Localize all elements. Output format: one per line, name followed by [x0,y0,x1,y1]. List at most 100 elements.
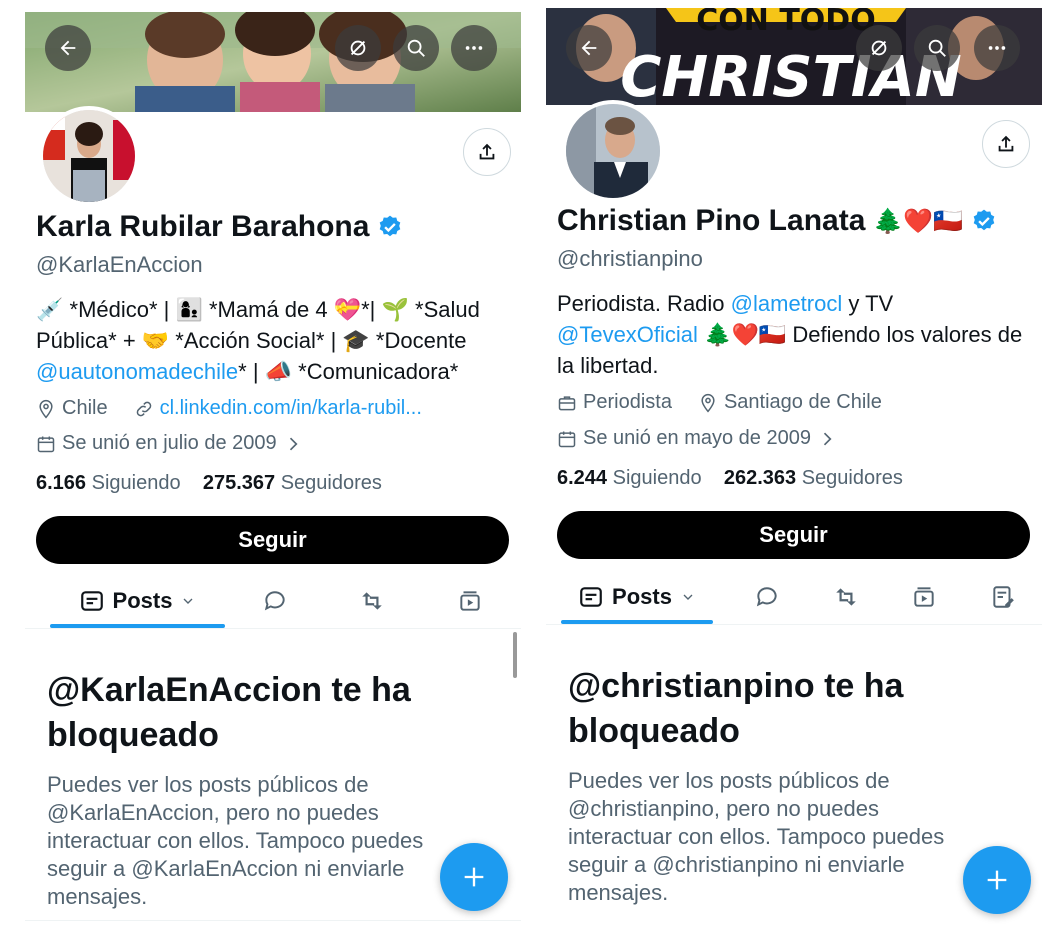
avatar[interactable] [39,106,139,206]
chevron-right-icon [289,437,298,450]
profile-panel-right: CON TODO CHRISTIAN Christian Pino Lanata… [546,0,1042,951]
profile-tabs: Posts [546,572,1042,624]
banner-text-main: CHRISTIAN [620,45,962,105]
followers-link[interactable]: 275.367 Seguidores [203,472,382,494]
repost-icon [362,592,382,610]
briefcase-icon [558,395,576,410]
search-button[interactable] [393,25,439,71]
bio-text: y TV [842,291,894,316]
verified-badge-icon [380,215,401,237]
posts-icon [80,591,103,611]
bio-mention-link[interactable]: @uautonomadechile [36,359,238,384]
followers-label: Seguidores [801,467,903,489]
following-link[interactable]: 6.244 Siguiendo [557,467,702,489]
joined-text: Se unió en mayo de 2009 [583,427,811,449]
profile-name-row: Karla Rubilar Barahona [36,210,403,244]
avatar[interactable] [562,100,664,202]
tab-replies[interactable] [250,576,300,626]
profile-bio: Periodista. Radio @lametrocl y TV @Tevex… [557,288,1037,381]
profile-panel-left: Karla Rubilar Barahona @KarlaEnAccion 💉 … [25,0,521,951]
profile-meta-row: Chile cl.linkedin.com/in/karla-rubil... [36,397,422,420]
articles-icon [993,586,1014,608]
followers-count: 262.363 [723,467,797,489]
chevron-right-icon [823,432,832,445]
tab-reposts[interactable] [347,576,397,626]
profile-name: Christian Pino Lanata [557,204,866,237]
profile-name: Karla Rubilar Barahona [36,210,370,243]
tab-replies[interactable] [742,572,792,622]
share-button[interactable] [463,128,511,176]
share-button[interactable] [982,120,1030,168]
chevron-down-icon [683,594,693,600]
more-button[interactable] [451,25,497,71]
tab-media[interactable] [445,576,495,626]
banner-text-top: CON TODO [696,8,875,38]
reply-icon [756,587,777,607]
back-arrow-icon [581,40,597,56]
tab-posts[interactable]: Posts [50,576,225,628]
follow-button[interactable]: Seguir [557,511,1030,559]
tab-posts[interactable]: Posts [561,572,713,624]
location-icon [39,399,53,418]
search-button[interactable] [914,25,960,71]
profile-bio: 💉 *Médico* | 👩‍👦 *Mamá de 4 💝*| 🌱 *Salud… [36,294,506,387]
posts-icon [580,587,602,607]
blocked-title: @christianpino te ha bloqueado [568,667,904,750]
bio-mention-link[interactable]: @lametrocl [731,291,843,316]
tab-reposts[interactable] [821,572,871,622]
joined-row[interactable]: Se unió en julio de 2009 [36,432,303,455]
media-icon [914,587,934,607]
back-button[interactable] [566,25,612,71]
chevron-down-icon [183,598,193,604]
back-button[interactable] [45,25,91,71]
share-icon [998,135,1014,152]
reply-icon [264,591,285,611]
profile-handle: @christianpino [557,246,703,271]
banner-image: CON TODO CHRISTIAN [546,8,1042,105]
hide-button[interactable] [335,25,381,71]
name-emojis: 🌲❤️🇨🇱 [873,207,964,235]
more-button[interactable] [974,25,1020,71]
follow-button[interactable]: Seguir [36,516,509,564]
following-label: Siguiendo [612,467,702,489]
joined-row[interactable]: Se unió en mayo de 2009 [557,427,837,450]
blocked-title: @KarlaEnAccion te ha bloqueado [47,671,411,754]
blocked-message: Puedes ver los posts públicos de @KarlaE… [47,772,424,909]
more-icon [465,46,483,50]
profile-tabs: Posts [25,576,521,628]
tab-media[interactable] [899,572,949,622]
tabs-divider [546,624,1042,625]
hide-icon [350,40,366,56]
calendar-icon [558,431,576,447]
profile-handle: @KarlaEnAccion [36,252,203,277]
following-label: Siguiendo [91,472,181,494]
bio-mention-link[interactable]: @TevexOficial [557,322,698,347]
tab-posts-label: Posts [112,588,173,613]
following-count: 6.244 [557,467,608,489]
website-link[interactable]: cl.linkedin.com/in/karla-rubil... [160,397,422,420]
location-text: Chile [62,397,108,419]
hide-button[interactable] [856,25,902,71]
tab-posts-label: Posts [612,584,672,609]
compose-button[interactable] [440,843,508,911]
followers-link[interactable]: 262.363 Seguidores [724,467,903,489]
scrollbar[interactable] [513,632,517,678]
blocked-message: Puedes ver los posts públicos de @christ… [568,768,945,905]
following-link[interactable]: 6.166 Siguiendo [36,472,181,494]
following-count: 6.166 [36,472,87,494]
tab-articles[interactable] [978,572,1028,622]
follow-counts: 6.166 Siguiendo 275.367 Seguidores [36,472,382,495]
banner-image [25,12,521,112]
share-icon [479,143,495,160]
hide-icon [871,40,887,56]
location-text: Santiago de Chile [723,391,882,413]
plus-icon [464,867,484,887]
followers-label: Seguidores [280,472,382,494]
repost-icon [836,588,856,606]
link-icon [136,401,151,416]
bio-text: 💉 *Médico* | 👩‍👦 *Mamá de 4 💝*| 🌱 *Salud… [36,297,480,353]
profile-meta-row: Periodista Santiago de Chile [557,391,882,414]
verified-badge-icon [973,209,995,231]
compose-button[interactable] [963,846,1031,914]
profile-name-row: Christian Pino Lanata 🌲❤️🇨🇱 [557,204,997,238]
